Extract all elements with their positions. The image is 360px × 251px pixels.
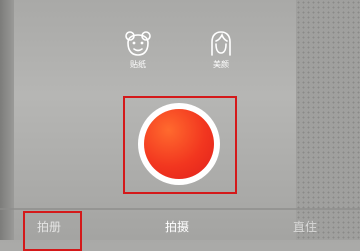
beauty-face-icon	[211, 31, 231, 56]
bear-face-icon	[125, 31, 151, 56]
album-highlight-frame	[23, 211, 82, 251]
record-icon	[144, 109, 214, 179]
tab-third[interactable]: 直住	[293, 220, 317, 234]
tab-shoot[interactable]: 拍摄	[165, 220, 189, 234]
stickers-label: 贴纸	[130, 60, 146, 69]
wall-right	[296, 0, 360, 240]
wall-left	[0, 0, 14, 240]
beauty-label: 美颜	[213, 60, 229, 69]
stickers-button[interactable]: 贴纸	[116, 28, 160, 70]
floor-line	[0, 208, 360, 210]
beauty-button[interactable]: 美颜	[199, 28, 243, 70]
shutter-button[interactable]	[138, 103, 220, 185]
